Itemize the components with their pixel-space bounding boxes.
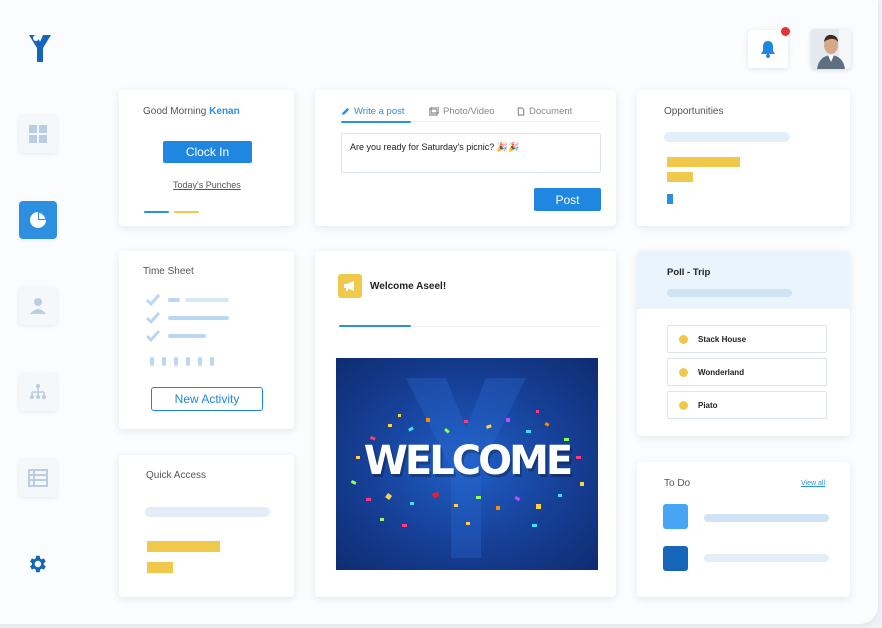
- radio-dot: [679, 367, 688, 377]
- progress-bar: [667, 194, 673, 204]
- sidebar-item-organization[interactable]: [19, 373, 57, 411]
- photo-icon: [429, 107, 439, 116]
- carousel-indicator-active[interactable]: [144, 211, 169, 213]
- sidebar-item-dashboard[interactable]: [19, 115, 57, 153]
- user-icon: [30, 298, 46, 314]
- welcome-banner: WELCOME: [336, 358, 598, 570]
- pie-chart-icon: [30, 212, 46, 228]
- org-chart-icon: [30, 384, 46, 399]
- opportunities-card: Opportunities: [637, 90, 850, 226]
- poll-header: [637, 251, 850, 309]
- avatar[interactable]: [811, 29, 851, 69]
- section-underline-active: [339, 325, 411, 327]
- tab-label: Write a post: [354, 106, 405, 117]
- timesheet-card: Time Sheet New Activity: [119, 251, 294, 429]
- progress-bar: [667, 172, 693, 182]
- todo-item-icon[interactable]: [663, 504, 688, 529]
- todo-item-icon[interactable]: [663, 546, 688, 571]
- card-title: Opportunities: [664, 106, 724, 117]
- poll-option[interactable]: Piato: [667, 391, 827, 419]
- quick-access-card: Quick Access: [119, 455, 294, 597]
- tab-document[interactable]: Document: [517, 106, 572, 117]
- tab-write-post[interactable]: Write a post: [341, 106, 405, 117]
- tab-active-underline: [341, 121, 411, 123]
- poll-option-label: Stack House: [698, 334, 747, 344]
- placeholder-bar: [664, 132, 790, 142]
- table-icon: [28, 469, 48, 487]
- card-title: Quick Access: [146, 470, 207, 481]
- post-text-input[interactable]: Are you ready for Saturday's picnic? 🎉🎉: [341, 133, 601, 173]
- todays-punches-link[interactable]: Today's Punches: [173, 180, 241, 190]
- radio-dot: [679, 400, 688, 410]
- welcome-title: Welcome Aseel!: [370, 281, 447, 292]
- progress-bar: [667, 157, 740, 167]
- placeholder-bar: [667, 289, 792, 297]
- tab-label: Photo/Video: [443, 106, 495, 117]
- notification-badge: [781, 27, 790, 36]
- pencil-icon: [341, 107, 350, 116]
- progress-bar: [147, 562, 173, 573]
- sidebar-item-profile[interactable]: [19, 287, 57, 325]
- card-title: Time Sheet: [143, 266, 194, 277]
- greeting-prefix: Good Morning: [143, 106, 207, 117]
- card-title: To Do: [664, 478, 691, 489]
- poll-title: Poll - Trip: [667, 267, 711, 278]
- company-logo: [29, 35, 51, 62]
- todo-card: To Do View all: [637, 462, 850, 597]
- sidebar-item-reports[interactable]: [19, 201, 57, 239]
- gear-icon[interactable]: [26, 553, 48, 575]
- view-all-link[interactable]: View all: [801, 480, 825, 487]
- tab-label: Document: [529, 106, 573, 117]
- placeholder-bar: [704, 514, 829, 522]
- checklist-icon: [146, 294, 229, 366]
- placeholder-bar: [704, 554, 829, 562]
- poll-option-label: Piato: [698, 400, 718, 410]
- bell-icon: [761, 41, 775, 58]
- placeholder-bar: [145, 507, 270, 517]
- user-name: Kenan: [209, 106, 240, 117]
- poll-card: Poll - Trip Stack House Wonderland Piato: [637, 251, 850, 436]
- greeting-card: Good Morning Kenan Clock In Today's Punc…: [119, 90, 294, 226]
- clock-in-button[interactable]: Clock In: [163, 141, 252, 163]
- sidebar-item-records[interactable]: [19, 459, 57, 497]
- document-icon: [517, 107, 525, 116]
- carousel-indicator[interactable]: [174, 211, 199, 213]
- greeting-text: Good Morning Kenan: [143, 106, 240, 117]
- notifications-button[interactable]: [748, 27, 790, 68]
- welcome-card: Welcome Aseel! WELCOME: [315, 251, 616, 597]
- new-activity-button[interactable]: New Activity: [151, 387, 263, 411]
- megaphone-icon: [338, 274, 362, 298]
- poll-option[interactable]: Wonderland: [667, 358, 827, 386]
- tab-divider: [411, 121, 601, 122]
- progress-bar: [147, 541, 220, 552]
- section-divider: [411, 326, 601, 327]
- user-photo: [811, 29, 851, 69]
- tab-photo-video[interactable]: Photo/Video: [429, 106, 495, 117]
- poll-option-label: Wonderland: [698, 367, 745, 377]
- post-button[interactable]: Post: [534, 188, 601, 211]
- post-composer-card: Write a post Photo/Video Document Are yo…: [315, 90, 616, 226]
- poll-option[interactable]: Stack House: [667, 325, 827, 353]
- grid-icon: [29, 125, 47, 143]
- welcome-banner-text: WELCOME: [363, 438, 573, 484]
- radio-dot: [679, 334, 688, 344]
